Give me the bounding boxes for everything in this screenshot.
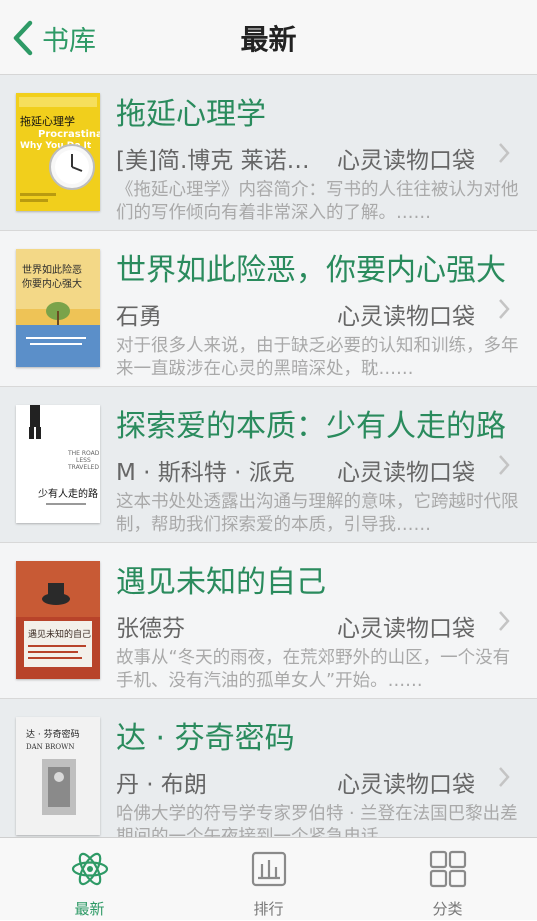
book-row[interactable]: THE ROAD LESS TRAVELED 少有人走的路 探索爱的本质：少有人… <box>0 387 537 543</box>
book-publisher: 心灵读物口袋 <box>337 772 475 798</box>
chevron-right-icon <box>499 455 510 475</box>
book-author: [美]简.博克 莱诺拉.袁 <box>116 148 311 174</box>
book-cover: 达 · 芬奇密码 DAN BROWN <box>16 717 100 835</box>
svg-text:DAN BROWN: DAN BROWN <box>26 743 75 751</box>
svg-text:达 · 芬奇密码: 达 · 芬奇密码 <box>26 728 80 740</box>
svg-text:LESS: LESS <box>76 457 91 464</box>
svg-text:遇见未知的自己: 遇见未知的自己 <box>28 628 91 640</box>
book-title: 遇见未知的自己 <box>116 565 326 600</box>
book-title: 探索爱的本质：少有人走的路 <box>116 409 506 444</box>
book-description: 这本书处处透露出沟通与理解的意味，它跨越时代限制，帮助我们探索爱的本质，引导我…… <box>116 492 519 535</box>
procrastination-cover-art: 拖延心理学 Procrastination Why You Do It <box>16 93 100 211</box>
unknown-self-cover-art: 遇见未知的自己 <box>16 561 100 679</box>
book-cover: 拖延心理学 Procrastination Why You Do It <box>16 93 100 211</box>
book-row[interactable]: 达 · 芬奇密码 DAN BROWN 达 · 芬奇密码 丹 · 布朗 心灵读物口… <box>0 699 537 837</box>
book-author: 丹 · 布朗 <box>116 772 207 798</box>
book-cover: 世界如此险恶 你要内心强大 <box>16 249 100 367</box>
book-cover: 遇见未知的自己 <box>16 561 100 679</box>
book-description: 《拖延心理学》内容简介：写书的人往往被认为对他们的写作倾向有着非常深入的了解。…… <box>116 180 519 223</box>
svg-text:你要内心强大: 你要内心强大 <box>22 277 82 290</box>
book-title: 拖延心理学 <box>116 97 266 132</box>
chevron-right-icon <box>499 767 510 787</box>
bar-chart-icon <box>251 851 287 887</box>
book-row[interactable]: 遇见未知的自己 遇见未知的自己 张德芬 心灵读物口袋 故事从“冬天的雨夜，在荒郊… <box>0 543 537 699</box>
world-cover-art: 世界如此险恶 你要内心强大 <box>16 249 100 367</box>
book-description: 对于很多人来说，由于缺乏必要的认知和训练，多年来一直跋涉在心灵的黑暗深处，耽…… <box>116 336 519 379</box>
road-cover-art: THE ROAD LESS TRAVELED 少有人走的路 <box>16 405 100 523</box>
svg-text:THE ROAD: THE ROAD <box>67 450 100 457</box>
navigation-bar: 书库 最新 <box>0 0 537 75</box>
tab-category[interactable]: 分类 <box>358 838 537 921</box>
book-row[interactable]: 拖延心理学 Procrastination Why You Do It 拖延心理… <box>0 75 537 231</box>
tab-latest[interactable]: 最新 <box>0 838 179 921</box>
grid-icon <box>429 850 467 888</box>
book-publisher: 心灵读物口袋 <box>337 616 475 642</box>
da-vinci-cover-art: 达 · 芬奇密码 DAN BROWN <box>16 717 100 835</box>
book-title: 达 · 芬奇密码 <box>116 721 295 756</box>
book-cover: THE ROAD LESS TRAVELED 少有人走的路 <box>16 405 100 523</box>
book-list[interactable]: 拖延心理学 Procrastination Why You Do It 拖延心理… <box>0 75 537 837</box>
page-title: 最新 <box>240 23 297 56</box>
tab-ranking[interactable]: 排行 <box>179 838 358 921</box>
book-row[interactable]: 世界如此险恶 你要内心强大 世界如此险恶，你要内心强大 石勇 心灵读物口袋 对于… <box>0 231 537 387</box>
book-author: 张德芬 <box>116 616 185 642</box>
book-description: 哈佛大学的符号学专家罗伯特 · 兰登在法国巴黎出差期间的一个午夜接到一个紧急电话… <box>116 804 518 837</box>
svg-text:世界如此险恶: 世界如此险恶 <box>22 263 82 276</box>
chevron-right-icon <box>499 143 510 163</box>
tab-label: 排行 <box>253 900 284 918</box>
tab-label: 最新 <box>74 900 105 918</box>
book-author: 石勇 <box>116 304 162 330</box>
chevron-right-icon <box>499 611 510 631</box>
svg-text:TRAVELED: TRAVELED <box>67 464 99 471</box>
book-author: M · 斯科特 · 派克 <box>116 460 295 486</box>
atom-icon <box>71 852 109 886</box>
book-publisher: 心灵读物口袋 <box>337 148 475 174</box>
book-description: 故事从“冬天的雨夜，在荒郊野外的山区，一个没有手机、没有汽油的孤单女人”开始。…… <box>116 648 511 691</box>
book-title: 世界如此险恶，你要内心强大 <box>116 253 506 288</box>
book-publisher: 心灵读物口袋 <box>337 304 475 330</box>
tab-label: 分类 <box>432 900 463 918</box>
svg-text:拖延心理学: 拖延心理学 <box>20 114 75 128</box>
svg-text:Procrastination: Procrastination <box>38 129 100 140</box>
book-publisher: 心灵读物口袋 <box>337 460 475 486</box>
chevron-right-icon <box>499 299 510 319</box>
tab-bar: 最新 排行 分类 <box>0 837 537 920</box>
svg-text:少有人走的路: 少有人走的路 <box>38 487 98 500</box>
